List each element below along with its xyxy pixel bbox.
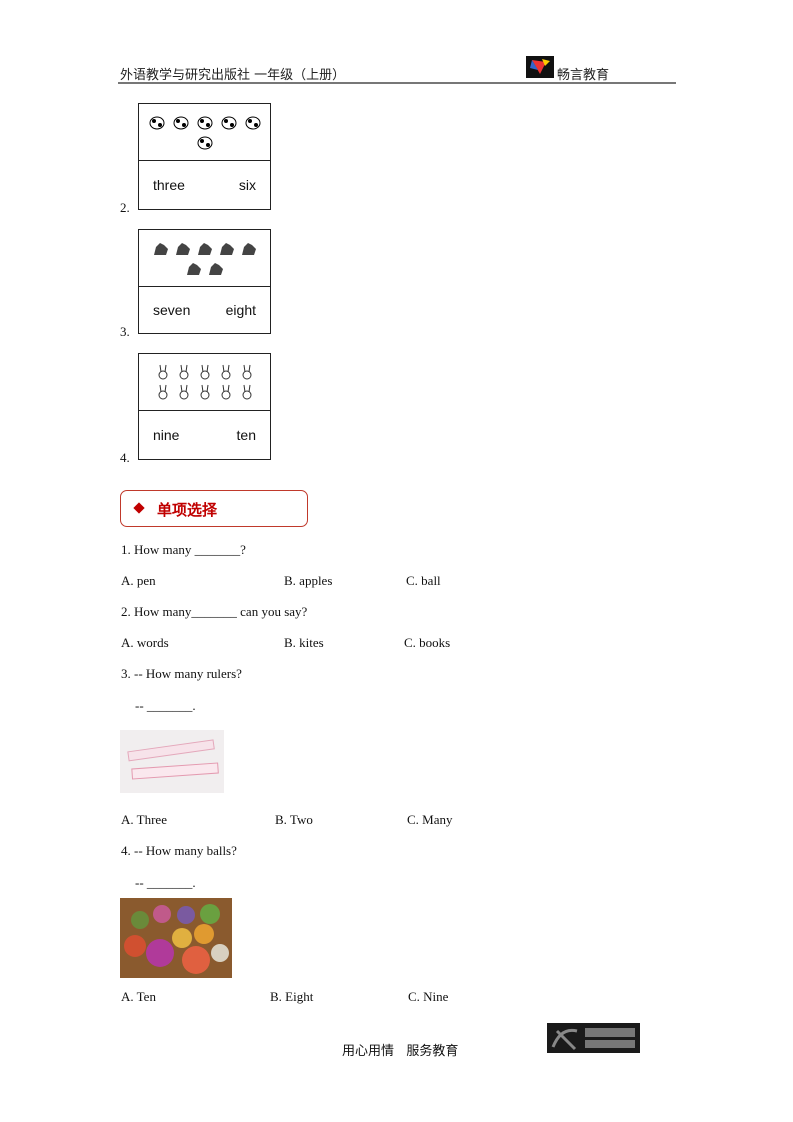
dinosaur-icon xyxy=(175,243,190,255)
rabbit-icon xyxy=(221,364,230,380)
answer-blank: -- _______. xyxy=(135,875,196,890)
rulers-photo xyxy=(120,730,224,793)
option-a: A. pen xyxy=(121,573,156,588)
option-c: C. Many xyxy=(407,812,453,827)
word-option: three xyxy=(153,177,185,193)
cow-icon xyxy=(197,116,212,130)
rabbit-icon xyxy=(200,384,209,400)
rabbit-icon xyxy=(179,364,188,380)
picture-card: three six xyxy=(138,103,271,210)
option-b: B. Eight xyxy=(270,989,314,1004)
option-b: B. Two xyxy=(275,812,313,827)
word-option: six xyxy=(238,177,256,193)
brand-logo-icon xyxy=(526,56,554,78)
option-c: C. Nine xyxy=(408,989,449,1004)
rabbit-icon xyxy=(158,364,167,380)
rabbit-icon xyxy=(179,384,188,400)
dinosaur-icon xyxy=(208,263,223,275)
option-a: A. Three xyxy=(121,812,167,827)
rabbit-pictures xyxy=(139,354,270,411)
card-number: 2. xyxy=(120,200,130,215)
card-number: 3. xyxy=(120,324,130,339)
question-stem: 2. How many_______ can you say? xyxy=(121,604,308,619)
section-title: 单项选择 xyxy=(157,501,218,519)
picture-card: nine ten xyxy=(138,353,271,460)
rabbit-icon xyxy=(242,364,251,380)
option-c: C. ball xyxy=(406,573,441,588)
iflytek-logo-icon xyxy=(547,1023,640,1053)
rabbit-icon xyxy=(158,384,167,400)
cow-icon xyxy=(197,136,212,150)
footer-slogan: 用心用情 服务教育 xyxy=(342,1044,459,1059)
cow-pictures xyxy=(139,104,270,161)
dinosaur-icon xyxy=(186,263,201,275)
balls-photo xyxy=(120,898,232,978)
option-c: C. books xyxy=(404,635,451,650)
word-option: seven xyxy=(153,302,191,318)
header-brand: 畅言教育 xyxy=(557,68,610,83)
cow-icon xyxy=(173,116,188,130)
dinosaur-icon xyxy=(197,243,212,255)
picture-card: seven eight xyxy=(138,229,271,334)
question-stem: 1. How many _______? xyxy=(121,542,246,557)
option-a: A. words xyxy=(121,635,169,650)
card-number: 4. xyxy=(120,450,130,465)
dinosaur-icon xyxy=(219,243,234,255)
word-option: nine xyxy=(153,427,180,443)
question-stem: 4. -- How many balls? xyxy=(121,843,237,858)
cow-icon xyxy=(221,116,236,130)
rabbit-icon xyxy=(221,384,230,400)
diamond-icon xyxy=(133,502,145,514)
dinosaur-pictures xyxy=(139,230,270,287)
answer-blank: -- _______. xyxy=(135,698,196,713)
header-divider xyxy=(118,82,676,84)
option-a: A. Ten xyxy=(121,989,156,1004)
dinosaur-icon xyxy=(241,243,256,255)
rabbit-icon xyxy=(200,364,209,380)
cow-icon xyxy=(245,116,260,130)
word-option: eight xyxy=(225,302,256,318)
option-b: B. apples xyxy=(284,573,333,588)
rabbit-icon xyxy=(242,384,251,400)
header-publisher: 外语教学与研究出版社 一年级（上册） xyxy=(120,68,346,83)
cow-icon xyxy=(149,116,164,130)
dinosaur-icon xyxy=(153,243,168,255)
question-stem: 3. -- How many rulers? xyxy=(121,666,242,681)
word-option: ten xyxy=(236,427,256,443)
option-b: B. kites xyxy=(284,635,324,650)
section-heading: 单项选择 xyxy=(120,490,308,527)
